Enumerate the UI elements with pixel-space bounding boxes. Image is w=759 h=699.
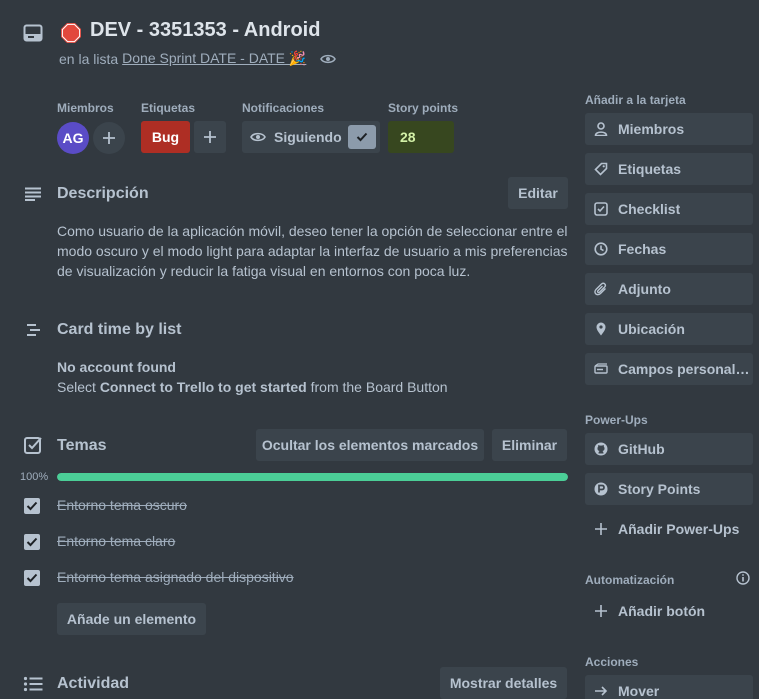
checklist-item[interactable]: Entorno tema claro <box>24 530 175 554</box>
sidebar-attachment-button[interactable]: Adjunto <box>585 273 753 305</box>
tag-icon <box>594 162 608 176</box>
story-points-badge[interactable]: 28 <box>388 121 454 153</box>
description-icon <box>22 183 44 205</box>
sidebar-button-label: Miembros <box>618 121 685 137</box>
stop-sign-icon <box>60 22 82 44</box>
story-points-powerup-button[interactable]: Story Points <box>585 473 753 505</box>
show-details-button[interactable]: Mostrar detalles <box>440 667 567 699</box>
actions-label: Acciones <box>585 655 639 669</box>
sidebar-button-label: Añadir botón <box>618 603 706 619</box>
activity-icon <box>22 673 44 695</box>
checkbox[interactable] <box>24 570 40 586</box>
watching-label: Siguiendo <box>274 129 342 145</box>
members-label: Miembros <box>57 101 114 115</box>
custom-fields-icon <box>594 362 608 376</box>
add-powerups-button[interactable]: Añadir Power-Ups <box>585 513 753 545</box>
bug-label[interactable]: Bug <box>141 121 190 153</box>
sidebar-button-label: Añadir Power-Ups <box>618 521 740 537</box>
sidebar-checklist-button[interactable]: Checklist <box>585 193 753 225</box>
no-account-text: No account found <box>57 359 176 375</box>
connect-trello-link[interactable]: Connect to Trello to get started <box>100 379 307 395</box>
add-automation-button[interactable]: Añadir botón <box>585 595 753 627</box>
checklist-item-text[interactable]: Entorno tema claro <box>57 533 175 549</box>
progress-fill <box>57 473 568 481</box>
progress-percent: 100% <box>20 471 49 483</box>
sidebar-members-button[interactable]: Miembros <box>585 113 753 145</box>
edit-description-button[interactable]: Editar <box>508 177 568 209</box>
eye-icon <box>320 53 337 65</box>
plus-icon <box>102 131 116 145</box>
checklist-icon <box>22 434 44 456</box>
card-icon <box>22 22 44 44</box>
select-prefix: Select <box>57 379 96 395</box>
description-text[interactable]: Como usuario de la aplicación móvil, des… <box>57 221 573 281</box>
notifications-label: Notificaciones <box>242 101 325 115</box>
list-info: en la lista Done Sprint DATE - DATE 🎉 <box>59 50 337 67</box>
location-pin-icon <box>594 322 608 336</box>
github-icon <box>594 442 608 456</box>
person-icon <box>594 122 608 136</box>
labels-label: Etiquetas <box>141 101 196 115</box>
checklist-item-text[interactable]: Entorno tema asignado del dispositivo <box>57 569 294 585</box>
move-button[interactable]: Mover <box>585 675 753 699</box>
sidebar-button-label: Story Points <box>618 481 701 497</box>
list-name-link[interactable]: Done Sprint DATE - DATE 🎉 <box>122 50 306 67</box>
list-prefix: en la lista <box>59 50 119 67</box>
sidebar-button-label: Checklist <box>618 201 681 217</box>
story-points-icon <box>594 482 608 496</box>
avatar[interactable]: AG <box>57 122 89 154</box>
sidebar-custom-fields-button[interactable]: Campos personaliz... <box>585 353 753 385</box>
sidebar-button-label: Ubicación <box>618 321 685 337</box>
sidebar-button-label: Fechas <box>618 241 667 257</box>
select-suffix: from the Board Button <box>310 379 448 395</box>
checklist-title[interactable]: Temas <box>57 437 107 455</box>
story-points-label: Story points <box>388 101 459 115</box>
checklist-item[interactable]: Entorno tema oscuro <box>24 494 187 518</box>
add-member-button[interactable] <box>93 122 125 154</box>
activity-title: Actividad <box>57 675 130 692</box>
card-time-title: Card time by list <box>57 321 182 338</box>
add-label-button[interactable] <box>194 121 226 153</box>
sidebar-labels-button[interactable]: Etiquetas <box>585 153 753 185</box>
plus-icon <box>594 522 608 536</box>
sidebar-location-button[interactable]: Ubicación <box>585 313 753 345</box>
powerups-label: Power-Ups <box>585 413 648 427</box>
add-item-button[interactable]: Añade un elemento <box>57 603 206 635</box>
sidebar-button-label: Mover <box>618 683 660 699</box>
plus-icon <box>203 130 217 144</box>
sidebar-button-label: Campos personaliz... <box>618 361 753 377</box>
checklist-item[interactable]: Entorno tema asignado del dispositivo <box>24 566 294 590</box>
plus-icon <box>594 604 608 618</box>
checklist-icon <box>594 202 608 216</box>
check-icon <box>348 125 376 149</box>
progress-bar <box>57 473 568 481</box>
checkbox[interactable] <box>24 498 40 514</box>
card-time-instructions: Select Connect to Trello to get started … <box>57 379 448 395</box>
add-to-card-label: Añadir a la tarjeta <box>585 93 686 107</box>
card-time-icon <box>22 319 44 341</box>
description-title: Descripción <box>57 185 149 202</box>
sidebar-button-label: Etiquetas <box>618 161 682 177</box>
sidebar-button-label: Adjunto <box>618 281 671 297</box>
sidebar-button-label: GitHub <box>618 441 665 457</box>
sidebar-dates-button[interactable]: Fechas <box>585 233 753 265</box>
info-icon[interactable] <box>735 570 751 586</box>
clock-icon <box>594 242 608 256</box>
hide-checked-button[interactable]: Ocultar los elementos marcados <box>256 429 484 461</box>
paperclip-icon <box>594 282 608 296</box>
card-title[interactable]: DEV - 3351353 - Android <box>90 19 320 42</box>
checklist-item-text[interactable]: Entorno tema oscuro <box>57 497 187 513</box>
checkbox[interactable] <box>24 534 40 550</box>
arrow-right-icon <box>594 684 608 698</box>
github-powerup-button[interactable]: GitHub <box>585 433 753 465</box>
automation-label: Automatización <box>585 573 675 587</box>
watch-button[interactable]: Siguiendo <box>242 121 380 153</box>
delete-checklist-button[interactable]: Eliminar <box>492 429 567 461</box>
eye-icon <box>250 131 266 143</box>
